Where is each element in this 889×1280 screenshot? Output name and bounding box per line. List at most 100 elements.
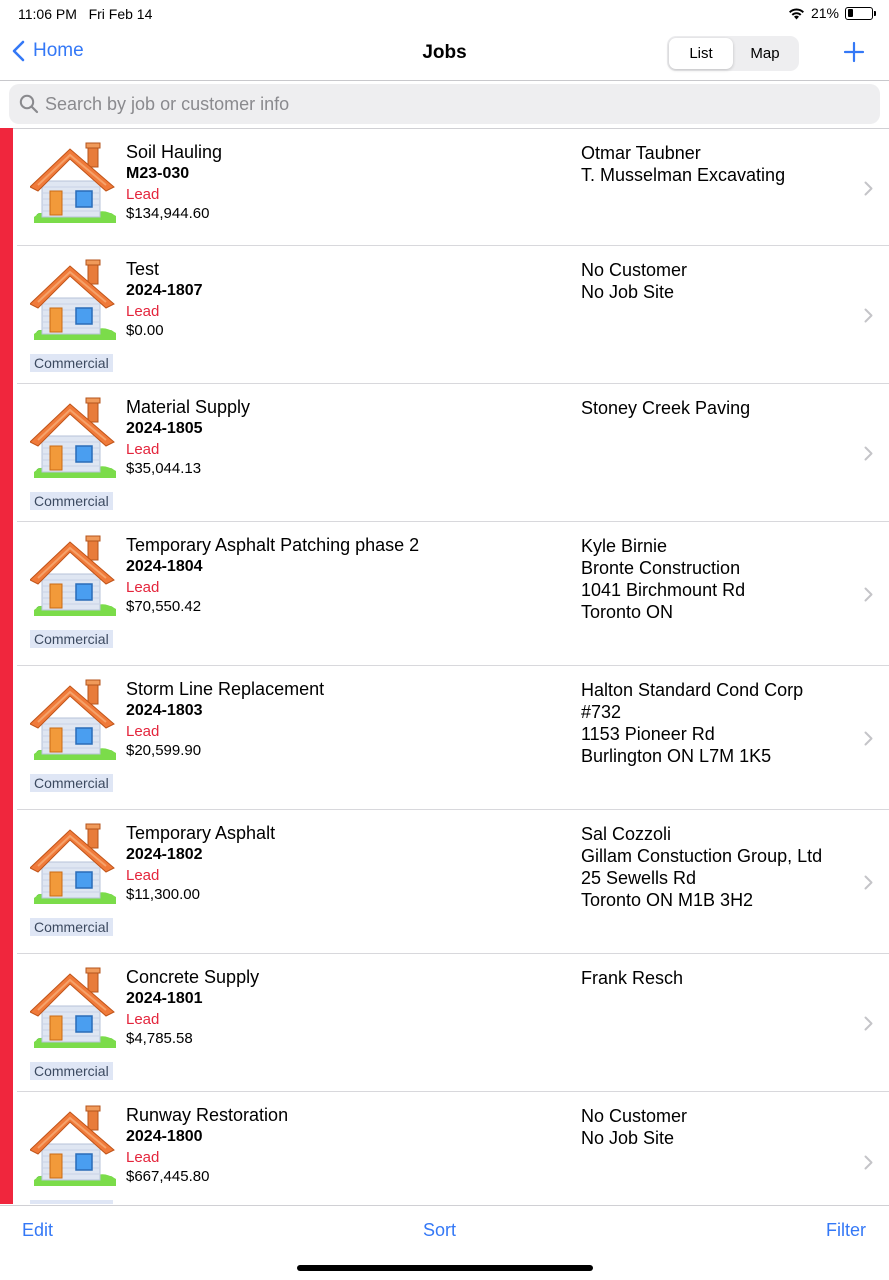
customer-line: No Customer — [581, 260, 688, 280]
job-row[interactable]: Concrete Supply 2024-1801 Lead $4,785.58 Com… — [17, 954, 889, 1092]
segment-list[interactable]: List — [669, 38, 733, 69]
job-name: Test — [126, 259, 160, 279]
job-name: Runway Restoration — [126, 1105, 289, 1125]
chevron-right-icon — [864, 587, 873, 602]
chevron-right-icon — [864, 181, 873, 195]
wifi-icon — [788, 7, 804, 19]
customer-line: Toronto ON — [581, 602, 674, 622]
customer-line: Toronto ON M1B 3H2 — [581, 890, 754, 910]
customer-line: No Job Site — [581, 282, 675, 302]
house-icon — [29, 822, 118, 906]
plus-icon[interactable] — [842, 40, 866, 64]
back-button[interactable]: Home — [12, 40, 84, 62]
customer-line: 1153 Pioneer Rd — [581, 724, 715, 744]
status-bar: 11:06 PM Fri Feb 14 21% — [0, 0, 889, 28]
job-row[interactable]: Runway Restoration 2024-1800 Lead $667,445.… — [17, 1092, 889, 1204]
customer-info: No Customer No Job Site — [581, 259, 687, 303]
job-amount: $667,445.80 — [126, 1168, 210, 1185]
job-amount: $20,599.90 — [126, 742, 202, 759]
job-status: Lead — [126, 303, 160, 320]
filter-button[interactable]: Filter — [826, 1220, 866, 1241]
segment-map[interactable]: Map — [733, 38, 797, 69]
chevron-right-icon — [864, 1155, 873, 1170]
job-type-badge: Commercial — [30, 1062, 113, 1080]
job-row[interactable]: Temporary Asphalt 2024-1802 Lead $11,300.00… — [17, 810, 889, 954]
customer-line: Bronte Construction — [581, 558, 741, 578]
customer-info: Frank Resch — [581, 967, 683, 989]
job-amount: $70,550.42 — [126, 598, 202, 615]
customer-line: No Job Site — [581, 1128, 675, 1148]
job-amount: $134,944.60 — [126, 205, 210, 222]
job-type-badge: Commercial — [30, 918, 113, 936]
chevron-right-icon — [864, 308, 873, 323]
customer-line: Halton Standard Cond Corp — [581, 680, 804, 700]
customer-line: Kyle Birnie — [581, 536, 668, 556]
job-row[interactable]: Test 2024-1807 Lead $0.00 Commercial No Custo… — [17, 246, 889, 384]
house-icon — [29, 1104, 118, 1188]
customer-line: Sal Cozzoli — [581, 824, 672, 844]
customer-line: Stoney Creek Paving — [581, 398, 751, 418]
bottom-toolbar: Edit Sort Filter — [0, 1205, 889, 1255]
sort-button[interactable]: Sort — [423, 1220, 456, 1241]
job-type-badge: Commercial — [30, 354, 113, 372]
status-right: 21% — [788, 5, 876, 21]
search-input[interactable]: Search by job or customer info — [9, 84, 880, 124]
customer-line: Gillam Constuction Group, Ltd — [581, 846, 823, 866]
house-icon — [29, 396, 118, 480]
customer-info: Kyle Birnie Bronte Construction 1041 Birch… — [581, 535, 745, 623]
search-icon — [19, 94, 39, 114]
edit-button[interactable]: Edit — [22, 1220, 53, 1241]
house-icon — [29, 534, 118, 618]
job-number: 2024-1800 — [126, 1128, 203, 1145]
job-amount: $11,300.00 — [126, 886, 200, 903]
customer-line: #732 — [581, 702, 622, 722]
search-placeholder: Search by job or customer info — [45, 93, 290, 114]
customer-info: Stoney Creek Paving — [581, 397, 750, 419]
chevron-right-icon — [864, 1016, 873, 1031]
job-status: Lead — [126, 441, 160, 458]
job-amount: $4,785.58 — [126, 1030, 193, 1047]
job-number: 2024-1807 — [126, 282, 203, 299]
house-icon — [29, 678, 118, 762]
lead-color-bar — [0, 128, 13, 1204]
house-icon — [29, 141, 118, 225]
house-icon — [29, 258, 118, 342]
job-status: Lead — [126, 723, 160, 740]
nav-bar: Home Jobs List Map — [0, 28, 889, 81]
job-number: 2024-1802 — [126, 846, 203, 863]
house-icon — [29, 966, 118, 1050]
job-number: 2024-1803 — [126, 702, 203, 719]
job-list: Soil Hauling M23-030 Lead $134,944.60 Otmar … — [13, 128, 889, 1204]
chevron-right-icon — [864, 731, 873, 746]
battery-percent: 21% — [810, 5, 839, 21]
back-label: Home — [33, 40, 84, 61]
chevron-left-icon — [12, 40, 25, 62]
battery-icon — [845, 6, 876, 20]
job-row[interactable]: Material Supply 2024-1805 Lead $35,044.13 Co… — [17, 384, 889, 522]
job-type-badge: Commercial — [30, 492, 113, 510]
customer-info: No Customer No Job Site — [581, 1105, 687, 1149]
job-status: Lead — [126, 186, 160, 203]
job-type-badge: Commercial — [30, 774, 113, 792]
job-status: Lead — [126, 1011, 160, 1028]
job-name: Material Supply — [126, 397, 251, 417]
customer-info: Sal Cozzoli Gillam Constuction Group, Ltd… — [581, 823, 822, 911]
job-name: Soil Hauling — [126, 142, 223, 162]
job-number: 2024-1804 — [126, 558, 203, 575]
customer-info: Halton Standard Cond Corp #732 1153 Pionee… — [581, 679, 803, 767]
job-number: M23-030 — [126, 165, 190, 182]
job-name: Temporary Asphalt — [126, 823, 276, 843]
status-time: 11:06 PM Fri Feb 14 — [18, 6, 153, 22]
chevron-right-icon — [864, 875, 873, 890]
customer-info: Otmar Taubner T. Musselman Excavating — [581, 142, 785, 186]
job-row[interactable]: Soil Hauling M23-030 Lead $134,944.60 Otmar … — [17, 129, 889, 246]
job-number: 2024-1805 — [126, 420, 203, 437]
job-name: Concrete Supply — [126, 967, 260, 987]
view-segmented-control: List Map — [667, 36, 799, 71]
customer-line: 25 Sewells Rd — [581, 868, 697, 888]
job-status: Lead — [126, 1149, 160, 1166]
customer-line: 1041 Birchmount Rd — [581, 580, 746, 600]
job-type-badge: Commercial — [30, 630, 113, 648]
job-row[interactable]: Storm Line Replacement 2024-1803 Lead $20,5… — [17, 666, 889, 810]
job-row[interactable]: Temporary Asphalt Patching phase 2 2024-1… — [17, 522, 889, 666]
